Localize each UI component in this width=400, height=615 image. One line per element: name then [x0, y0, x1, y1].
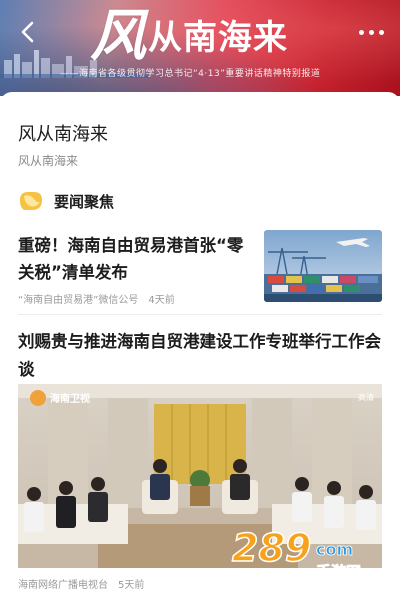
tv-logo-text: 海南卫视 [50, 392, 90, 405]
banner-subtitle: ——海南省各级贯彻学习总书记“4·13”重要讲话精神特别报道 [60, 69, 321, 79]
watermark-suffix: com [316, 540, 353, 559]
article-thumbnail[interactable] [264, 230, 382, 302]
port-container-photo [264, 230, 382, 302]
banner-title-big: 风 [90, 3, 146, 69]
hd-badge: 高清 [358, 392, 374, 402]
article-source: 海南网络广播电视台 [18, 580, 108, 591]
news-focus-icon [20, 192, 42, 210]
back-arrow-icon [21, 21, 34, 43]
article-item[interactable]: 重磅！海南自由贸易港首张“零关税”清单发布 “海南自由贸易港”微信公号 4天前 [0, 227, 400, 307]
page-title: 风从南海来 [18, 124, 108, 145]
divider [18, 314, 382, 315]
more-button[interactable] [354, 20, 388, 44]
article-time: 4天前 [148, 295, 175, 306]
article-source: “海南自由贸易港”微信公号 [18, 295, 139, 306]
watermark-text: 手游网 [316, 563, 361, 581]
article-meta: 海南网络广播电视台 5天前 [18, 576, 144, 591]
banner-title: 风 从南海来 [90, 8, 288, 64]
article-meta: “海南自由贸易港”微信公号 4天前 [18, 291, 175, 306]
site-watermark: 289 com 手游网 [231, 525, 361, 581]
back-button[interactable] [14, 18, 42, 46]
content-card: 风从南海来 风从南海来 要闻聚焦 重磅！海南自由贸易港首张“零关税”清单发布 “… [0, 92, 400, 615]
section-title: 要闻聚焦 [54, 192, 115, 211]
article-title[interactable]: 刘赐贵与推进海南自贸港建设工作专班举行工作会谈 [18, 328, 382, 384]
watermark-number: 289 [232, 526, 311, 570]
section-header: 要闻聚焦 [18, 190, 114, 212]
banner-title-rest: 从南海来 [148, 18, 288, 58]
more-dots-icon [358, 29, 364, 35]
page-subtitle: 风从南海来 [18, 154, 79, 168]
header-banner: 风 从南海来 ——海南省各级贯彻学习总书记“4·13”重要讲话精神特别报道 [0, 0, 400, 96]
article-time: 5天前 [118, 580, 145, 591]
article-title[interactable]: 重磅！海南自由贸易港首张“零关税”清单发布 [18, 232, 258, 286]
